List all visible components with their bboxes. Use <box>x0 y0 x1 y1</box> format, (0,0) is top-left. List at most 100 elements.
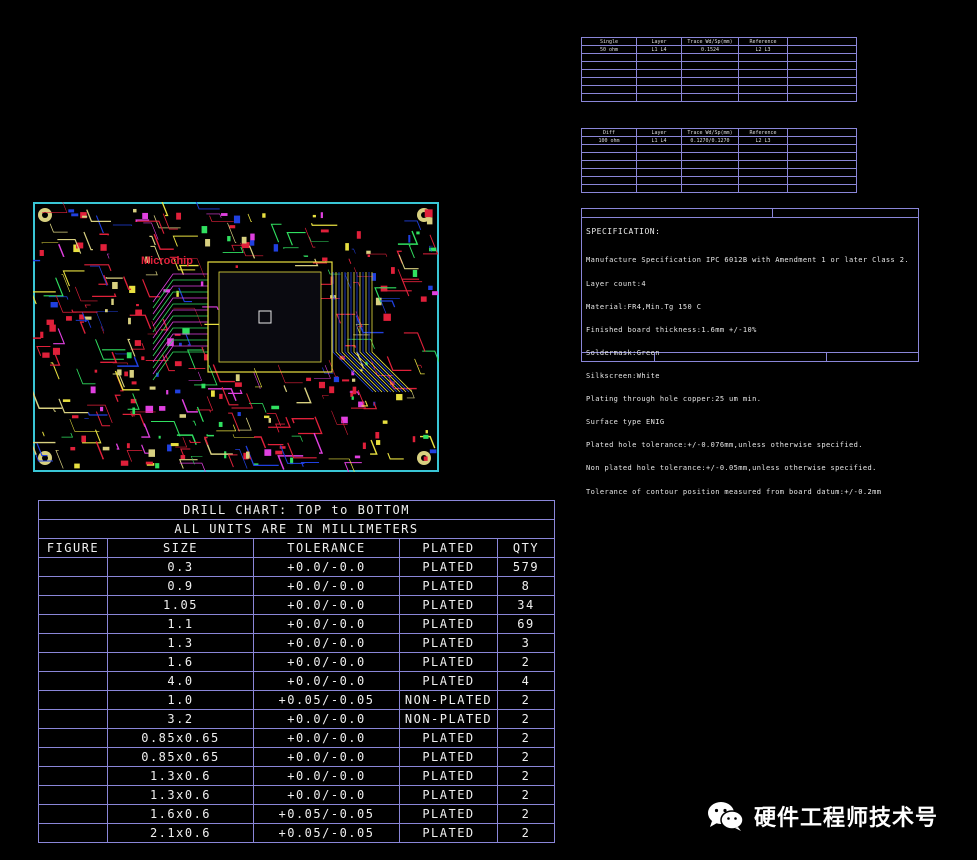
table-row: 1.3x0.6 +0.0/-0.0 PLATED 2 <box>38 785 555 805</box>
drill-chart-subtitle: ALL UNITS ARE IN MILLIMETERS <box>38 519 555 539</box>
table-row: 1.6 +0.0/-0.0 PLATED 2 <box>38 652 555 672</box>
specification-box: SPECIFICATION: Manufacture Specification… <box>581 208 919 495</box>
qty-cell: 2 <box>497 728 555 748</box>
plated-cell: PLATED <box>399 804 498 824</box>
table-row <box>581 184 857 193</box>
table-row <box>581 85 857 94</box>
title-bar <box>582 209 918 218</box>
drill-chart-title: DRILL CHART: TOP to BOTTOM <box>38 500 555 520</box>
table-row: 1.0 +0.05/-0.05 NON-PLATED 2 <box>38 690 555 710</box>
tolerance-cell: +0.0/-0.0 <box>253 557 400 577</box>
size-cell: 0.85x0.65 <box>107 747 254 767</box>
figure-cell <box>38 728 108 748</box>
plated-cell: PLATED <box>399 595 498 615</box>
plated-cell: NON-PLATED <box>399 690 498 710</box>
table-row: 4.0 +0.0/-0.0 PLATED 4 <box>38 671 555 691</box>
figure-cell <box>38 633 108 653</box>
spec-line: Non plated hole tolerance:+/-0.05mm,unle… <box>586 464 877 473</box>
table-row: 1.6x0.6 +0.05/-0.05 PLATED 2 <box>38 804 555 824</box>
size-cell: 0.85x0.65 <box>107 728 254 748</box>
size-cell: 1.05 <box>107 595 254 615</box>
cell <box>787 136 857 145</box>
plated-cell: PLATED <box>399 557 498 577</box>
header-cell: Layer <box>636 37 682 46</box>
table-header-row: Diff Layer Trace Wd/Sp(mm) Reference <box>581 128 857 137</box>
plated-cell: NON-PLATED <box>399 709 498 729</box>
tolerance-cell: +0.0/-0.0 <box>253 671 400 691</box>
column-header-tolerance: TOLERANCE <box>253 538 400 558</box>
spec-line: Manufacture Specification IPC 6012B with… <box>586 256 910 265</box>
size-cell: 3.2 <box>107 709 254 729</box>
tolerance-cell: +0.05/-0.05 <box>253 804 400 824</box>
tolerance-cell: +0.0/-0.0 <box>253 728 400 748</box>
header-cell: Reference <box>738 128 788 137</box>
table-row <box>581 77 857 86</box>
qty-cell: 4 <box>497 671 555 691</box>
tolerance-cell: +0.0/-0.0 <box>253 766 400 786</box>
figure-cell <box>38 576 108 596</box>
size-cell: 2.1x0.6 <box>107 823 254 843</box>
pcb-layout-view[interactable]: Microchip <box>33 202 439 472</box>
impedance-table-diff: Diff Layer Trace Wd/Sp(mm) Reference 100… <box>581 128 857 193</box>
spec-line: Layer count:4 <box>586 279 646 288</box>
tolerance-cell: +0.0/-0.0 <box>253 633 400 653</box>
size-cell: 1.3x0.6 <box>107 766 254 786</box>
figure-cell <box>38 652 108 672</box>
plated-cell: PLATED <box>399 633 498 653</box>
impedance-table-single: Single Layer Trace Wd/Sp(mm) Reference 5… <box>581 37 857 102</box>
column-header-plated: PLATED <box>399 538 498 558</box>
column-header-figure: FIGURE <box>38 538 108 558</box>
table-row: 2.1x0.6 +0.05/-0.05 PLATED 2 <box>38 823 555 843</box>
size-cell: 1.3 <box>107 633 254 653</box>
figure-cell <box>38 785 108 805</box>
figure-cell <box>38 595 108 615</box>
size-cell: 4.0 <box>107 671 254 691</box>
watermark: 硬件工程师技术号 <box>706 798 938 834</box>
plated-cell: PLATED <box>399 671 498 691</box>
header-cell: Trace Wd/Sp(mm) <box>681 37 739 46</box>
table-row: 0.9 +0.0/-0.0 PLATED 8 <box>38 576 555 596</box>
spec-line: Plated hole tolerance:+/-0.076mm,unless … <box>586 441 863 450</box>
spec-line: Material:FR4,Min.Tg 150 C <box>586 302 702 311</box>
qty-cell: 2 <box>497 709 555 729</box>
plated-cell: PLATED <box>399 785 498 805</box>
table-row <box>581 152 857 161</box>
spec-lines: Manufacture Specification IPC 6012B with… <box>586 242 909 512</box>
spec-title: SPECIFICATION: <box>586 227 661 236</box>
size-cell: 1.6 <box>107 652 254 672</box>
table-row: 1.05 +0.0/-0.0 PLATED 34 <box>38 595 555 615</box>
pcb-logo: Microchip <box>141 255 193 267</box>
plated-cell: PLATED <box>399 652 498 672</box>
table-row: 0.3 +0.0/-0.0 PLATED 579 <box>38 557 555 577</box>
qty-cell: 2 <box>497 766 555 786</box>
size-cell: 0.9 <box>107 576 254 596</box>
table-row: 0.85x0.65 +0.0/-0.0 PLATED 2 <box>38 728 555 748</box>
cell <box>787 45 857 54</box>
header-cell: Diff <box>581 128 637 137</box>
tolerance-cell: +0.0/-0.0 <box>253 595 400 615</box>
tolerance-cell: +0.0/-0.0 <box>253 652 400 672</box>
qty-cell: 8 <box>497 576 555 596</box>
figure-cell <box>38 557 108 577</box>
table-row: 50 ohm L1 L4 0.1524 L2 L3 <box>581 45 857 54</box>
table-row <box>581 61 857 70</box>
header-cell <box>787 37 857 46</box>
header-cell: Layer <box>636 128 682 137</box>
watermark-text: 硬件工程师技术号 <box>754 806 939 831</box>
figure-cell <box>38 614 108 634</box>
cell: L2 L3 <box>738 136 788 145</box>
size-cell: 1.6x0.6 <box>107 804 254 824</box>
table-row <box>581 69 857 78</box>
spec-line: Tolerance of contour position measured f… <box>586 487 882 496</box>
divider <box>772 209 773 217</box>
column-header-size: SIZE <box>107 538 254 558</box>
table-row <box>581 176 857 185</box>
size-cell: 1.0 <box>107 690 254 710</box>
tolerance-cell: +0.0/-0.0 <box>253 709 400 729</box>
figure-cell <box>38 709 108 729</box>
size-cell: 0.3 <box>107 557 254 577</box>
drill-subtitle-row: ALL UNITS ARE IN MILLIMETERS <box>38 519 555 539</box>
table-row: 3.2 +0.0/-0.0 NON-PLATED 2 <box>38 709 555 729</box>
table-row <box>581 160 857 169</box>
figure-cell <box>38 671 108 691</box>
